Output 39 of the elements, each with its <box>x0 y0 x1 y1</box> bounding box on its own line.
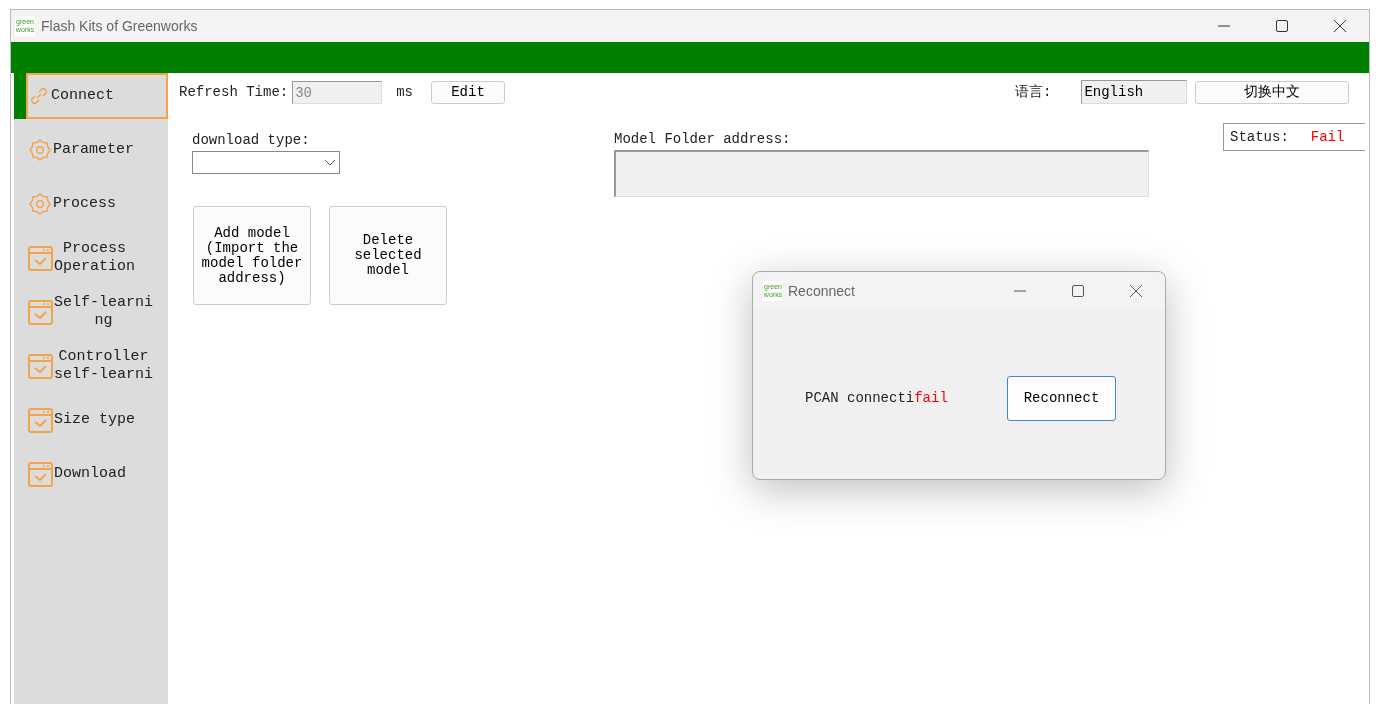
reconnect-button[interactable]: Reconnect <box>1007 376 1116 421</box>
add-model-button[interactable]: Add model (Import the model folder address) <box>193 206 311 305</box>
edit-button[interactable]: Edit <box>431 81 506 104</box>
calendar-check-icon <box>28 353 53 379</box>
sidebar-item[interactable]: Process Operation <box>14 235 168 281</box>
switch-language-button[interactable]: 切换中文 <box>1195 80 1350 104</box>
model-folder-label: Model Folder address: <box>614 130 792 149</box>
model-folder-field[interactable] <box>614 150 1149 197</box>
sidebar-item[interactable]: Parameter <box>14 127 168 173</box>
delete-model-button[interactable]: Delete selected model <box>329 206 447 305</box>
sidebar-item[interactable]: Download <box>14 451 168 497</box>
sidebar-item[interactable]: Self-learni ng <box>14 289 168 335</box>
dialog-title: Reconnect <box>788 281 855 301</box>
close-icon <box>1130 285 1142 297</box>
download-type-dropdown[interactable] <box>192 151 340 174</box>
status-value: Fail <box>1310 127 1345 147</box>
maximize-icon <box>1276 20 1288 32</box>
sidebar-item[interactable]: Controller self-learni <box>14 343 168 389</box>
calendar-check-icon <box>28 461 53 487</box>
status-label: Status: <box>1230 127 1289 147</box>
sidebar-item[interactable]: Process <box>14 181 168 227</box>
sidebar-item[interactable]: Connect <box>14 73 168 119</box>
connection-message: PCAN connectifail <box>805 389 948 408</box>
gear-icon <box>28 192 52 216</box>
gear-icon <box>28 138 52 162</box>
maximize-icon <box>1072 285 1084 297</box>
calendar-check-icon <box>28 407 53 433</box>
sidebar-item[interactable]: Size type <box>14 397 168 443</box>
language-label: 语言: <box>1015 82 1052 102</box>
chevron-down-icon <box>325 159 335 166</box>
link-icon <box>28 85 50 107</box>
refresh-time-label: Refresh Time: <box>179 83 289 102</box>
calendar-check-icon <box>28 299 53 325</box>
calendar-check-icon <box>28 245 53 271</box>
close-icon <box>1334 20 1346 32</box>
window-title: Flash Kits of Greenworks <box>41 16 198 36</box>
unit-label: ms <box>396 83 414 102</box>
download-type-label: download type: <box>192 131 311 150</box>
language-field[interactable]: English <box>1081 80 1188 104</box>
